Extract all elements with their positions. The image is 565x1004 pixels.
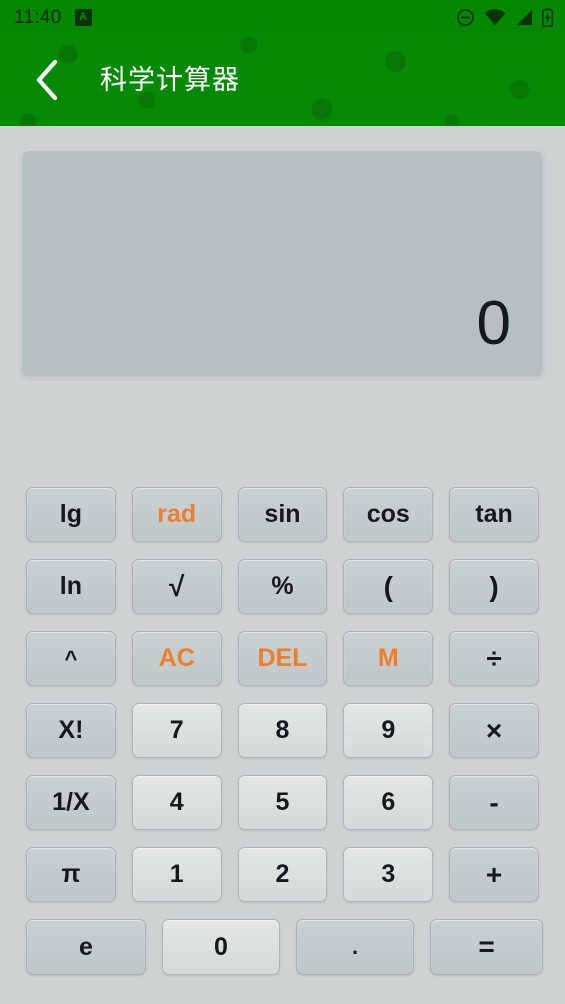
- app-notification-badge-icon: A: [74, 8, 92, 26]
- key-rad[interactable]: rad: [131, 487, 222, 542]
- key-plus[interactable]: +: [449, 847, 539, 902]
- key-e[interactable]: e: [26, 919, 146, 975]
- key-4[interactable]: 4: [131, 775, 222, 830]
- key-8[interactable]: 8: [237, 703, 328, 758]
- key-cos[interactable]: cos: [343, 487, 434, 542]
- wifi-icon: [484, 8, 506, 26]
- key-7[interactable]: 7: [131, 703, 222, 758]
- keypad-row: X! 7 8 9 ×: [0, 703, 565, 758]
- key-power[interactable]: ^: [26, 631, 116, 686]
- key-divide[interactable]: ÷: [449, 631, 539, 686]
- key-3[interactable]: 3: [343, 847, 434, 902]
- key-0[interactable]: 0: [162, 919, 280, 975]
- key-xminusfactorial[interactable]: X!: [26, 703, 116, 758]
- calculator-app: 11:40 A 科学计算器 0 lg rad sin cos tan ln √ …: [0, 0, 565, 1004]
- key-sin[interactable]: sin: [237, 487, 328, 542]
- key-6[interactable]: 6: [343, 775, 434, 830]
- key-multiply[interactable]: ×: [449, 703, 539, 758]
- keypad-row: ln √% (): [0, 559, 565, 614]
- back-button[interactable]: [18, 34, 76, 126]
- key-m[interactable]: M: [343, 631, 434, 686]
- key-pi[interactable]: π: [26, 847, 116, 902]
- key-decimal[interactable]: .: [296, 919, 414, 975]
- battery-charging-icon: [542, 7, 553, 27]
- keypad-row: 1/X 4 5 6-: [0, 775, 565, 830]
- keypad-row: e 0. =: [0, 919, 565, 975]
- key-tan[interactable]: tan: [449, 487, 539, 542]
- keypad-row: lg rad sin cos tan: [0, 487, 565, 542]
- keypad: lg rad sin cos tan ln √% () ^ AC DEL M ÷ X! 7 8 9 × 1/X 4 5 6…: [0, 487, 565, 975]
- keypad-row: π 1 2 3 +: [0, 847, 565, 902]
- key-lg[interactable]: lg: [26, 487, 116, 542]
- display-value: 0: [476, 289, 511, 358]
- calculator-display[interactable]: 0: [20, 148, 545, 378]
- key-minus[interactable]: -: [449, 775, 539, 830]
- app-header: 科学计算器: [0, 34, 565, 126]
- key-ac[interactable]: AC: [131, 631, 222, 686]
- key-1minusover-x[interactable]: 1/X: [26, 775, 116, 830]
- page-title: 科学计算器: [100, 64, 240, 95]
- status-time: 11:40: [14, 6, 62, 28]
- do-not-disturb-icon: [456, 8, 475, 27]
- status-bar: 11:40 A: [0, 0, 565, 34]
- status-icon-group: [456, 7, 553, 27]
- cellular-signal-icon: [515, 9, 533, 26]
- key-5[interactable]: 5: [237, 775, 328, 830]
- key-2[interactable]: 2: [237, 847, 328, 902]
- key-closeminusparen[interactable]: ): [449, 559, 539, 614]
- key-9[interactable]: 9: [343, 703, 434, 758]
- key-percent[interactable]: %: [237, 559, 328, 614]
- display-panel-wrapper: 0: [20, 148, 545, 378]
- key-ln[interactable]: ln: [26, 559, 116, 614]
- key-del[interactable]: DEL: [237, 631, 328, 686]
- keypad-row: ^ AC DEL M ÷: [0, 631, 565, 686]
- chevron-left-icon: [34, 59, 60, 101]
- key-sqrt[interactable]: √: [131, 559, 222, 614]
- key-equals[interactable]: =: [430, 919, 543, 975]
- key-openminusparen[interactable]: (: [343, 559, 434, 614]
- key-1[interactable]: 1: [131, 847, 222, 902]
